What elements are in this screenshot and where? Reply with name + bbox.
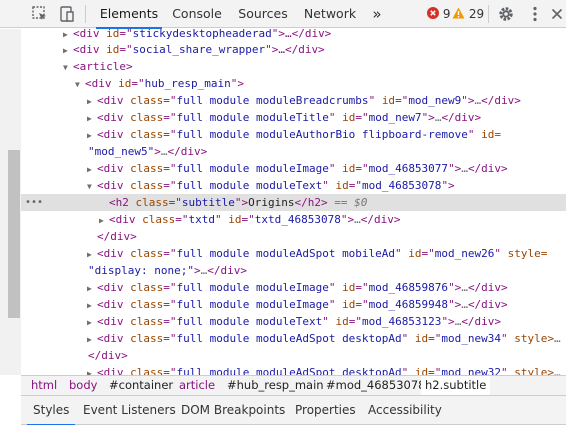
dom-node-selected[interactable]: ••• <h2 class="subtitle">Origins</h2> ==… [21,194,566,211]
tab-elements[interactable]: Elements [96,0,162,29]
dom-node[interactable]: ▶ <div class="full module moduleAdSpot mo… [21,245,566,262]
dom-node[interactable]: ▼ <div class="full module moduleText" id=… [21,177,566,194]
close-icon[interactable] [548,5,566,23]
expand-triangle-icon[interactable]: ▶ [99,212,109,229]
kebab-menu-icon[interactable] [526,5,544,23]
expand-triangle-icon[interactable]: ▶ [87,110,97,127]
node-actions-icon[interactable]: ••• [25,194,43,211]
dom-node[interactable]: ▼ <article> [21,58,566,75]
breadcrumb-container[interactable]: #container [105,376,177,395]
breadcrumb-mod-46853078[interactable]: #mod_46853078 [322,376,429,395]
toolbar-divider [488,5,489,23]
scrollbar-track[interactable] [0,29,21,375]
dom-node[interactable]: ▶ <div class="full module moduleImage" id… [21,296,566,313]
expand-triangle-icon[interactable]: ▶ [87,280,97,297]
toolbar-divider [85,5,86,23]
dom-node[interactable]: ▶ <div class="full module moduleImage" id… [21,279,566,296]
dom-tree[interactable]: ▶ <div id="stickydesktopheaderad">…</div>… [21,29,566,375]
tab-sources[interactable]: Sources [234,0,292,28]
dom-node[interactable]: ▶ <div class="full module moduleAuthorBio… [21,126,566,143]
tab-dom-breakpoints[interactable]: DOM Breakpoints [181,396,285,425]
tab-accessibility[interactable]: Accessibility [368,396,442,425]
dom-node[interactable]: ▶ <div class="full module moduleText" id=… [21,313,566,330]
error-icon [427,7,439,19]
device-toolbar-icon[interactable] [58,5,76,23]
dom-node[interactable]: ▶ <div class="full module moduleAdSpot de… [21,330,566,347]
breadcrumb-h2-subtitle[interactable]: h2.subtitle [421,376,491,395]
warning-icon [452,7,465,19]
expand-triangle-icon[interactable]: ▶ [87,93,97,110]
breadcrumb-hub-resp-main[interactable]: #hub_resp_main [223,376,328,395]
dom-node[interactable]: ▶ <div class="full module moduleImage" id… [21,160,566,177]
collapse-triangle-icon[interactable]: ▼ [87,178,97,195]
dom-node-continued[interactable]: "mod_new5">…</div> [21,143,566,160]
expand-triangle-icon[interactable]: ▶ [87,331,97,348]
tab-network[interactable]: Network [300,0,360,28]
dom-node[interactable]: ▶ <div class="full module moduleBreadcrum… [21,92,566,109]
tab-styles[interactable]: Styles [26,396,76,426]
breadcrumb-article[interactable]: article [175,376,219,395]
devtools-toolbar: Elements Console Sources Network » 9 29 [0,0,566,29]
tab-event-listeners[interactable]: Event Listeners [83,396,176,425]
error-count[interactable]: 9 [427,0,450,28]
warning-count-text: 29 [468,7,485,21]
warning-count[interactable]: 29 [452,0,484,28]
breadcrumb: html body #container article #hub_resp_m… [21,375,566,396]
dom-node[interactable]: ▼ <div id="hub_resp_main"> [21,75,566,92]
expand-triangle-icon[interactable]: ▶ [87,246,97,263]
dom-node[interactable]: ▶ <div class="txtd" id="txtd_46853078">…<… [21,211,566,228]
tab-console[interactable]: Console [166,0,228,28]
breadcrumb-body[interactable]: body [65,376,101,395]
collapse-triangle-icon[interactable]: ▼ [63,59,73,76]
dom-node-close[interactable]: </div> [21,228,566,245]
tab-properties[interactable]: Properties [295,396,356,425]
sidebar-tabs: Styles Event Listeners DOM Breakpoints P… [21,396,566,426]
expand-triangle-icon[interactable]: ▶ [87,365,97,375]
inspect-element-icon[interactable] [31,5,49,23]
expand-triangle-icon[interactable]: ▶ [63,42,73,59]
panel-bottom-edge [0,425,566,429]
expand-triangle-icon[interactable]: ▶ [87,161,97,178]
dom-node[interactable]: ▶ <div class="full module moduleTitle" id… [21,109,566,126]
error-count-text: 9 [442,7,451,21]
expand-triangle-icon[interactable]: ▶ [87,314,97,331]
dom-node[interactable]: ▶ <div class="full module moduleAdSpot de… [21,364,566,375]
dom-node-close[interactable]: </div> [21,347,566,364]
dom-node-continued[interactable]: "display: none;">…</div> [21,262,566,279]
expand-triangle-icon[interactable]: ▶ [87,127,97,144]
expand-triangle-icon[interactable]: ▶ [87,297,97,314]
settings-gear-icon[interactable] [497,5,515,23]
breadcrumb-html[interactable]: html [27,376,61,395]
more-tabs-button[interactable]: » [366,0,388,28]
dom-node[interactable]: ▶ <div id="social_share_wrapper">…</div> [21,41,566,58]
scrollbar-thumb[interactable] [8,150,20,318]
collapse-triangle-icon[interactable]: ▼ [75,76,85,93]
